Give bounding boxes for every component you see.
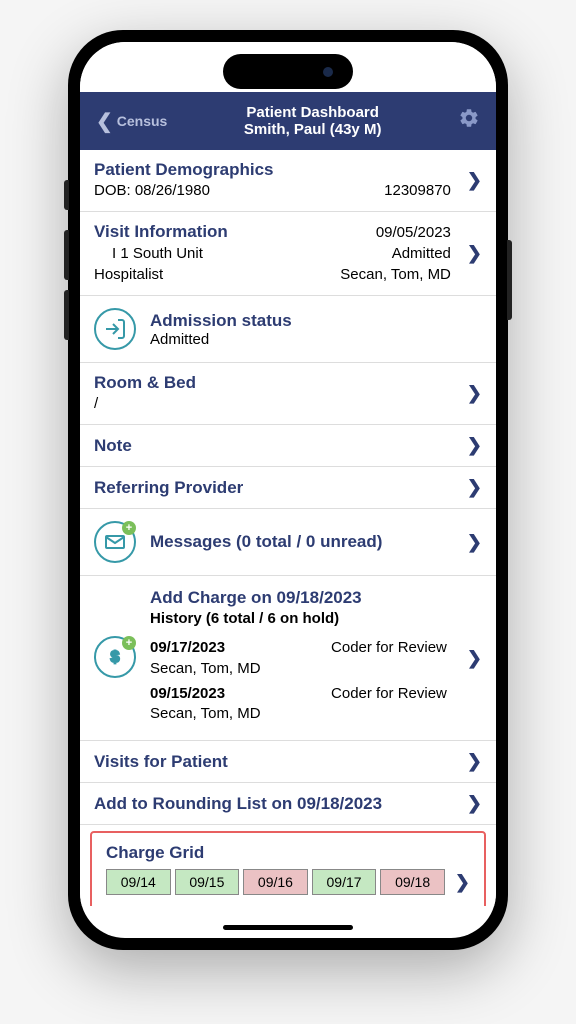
back-button[interactable]: ❮ Census [96,109,167,134]
note-title: Note [94,436,451,456]
referring-title: Referring Provider [94,478,451,498]
charge-grid-cell[interactable]: 09/17 [312,869,377,895]
patient-subtitle: Smith, Paul (43y M) [167,121,458,138]
admission-label: Admission status [150,311,292,331]
chevron-right-icon: ❯ [467,793,482,814]
referring-row[interactable]: Referring Provider ❯ [80,467,496,509]
back-label: Census [117,113,168,129]
charge-provider: Secan, Tom, MD [150,705,447,722]
visit-service: Hospitalist [94,264,163,285]
chevron-right-icon: ❯ [449,872,470,893]
chevron-right-icon: ❯ [467,477,482,498]
header-center: Patient Dashboard Smith, Paul (43y M) [167,104,458,138]
charge-grid-cell[interactable]: 09/18 [380,869,445,895]
visit-status: Admitted [392,243,451,264]
chevron-right-icon: ❯ [467,751,482,772]
phone-volume-up [64,230,69,280]
admission-row: Admission status Admitted [80,296,496,363]
messages-title: Messages (0 total / 0 unread) [150,532,447,552]
visits-list-title: Visits for Patient [94,752,451,772]
chevron-right-icon: ❯ [467,383,482,404]
plus-badge-icon: + [122,521,136,535]
chevron-right-icon: ❯ [467,435,482,456]
content-scroll[interactable]: Patient Demographics DOB: 08/26/1980 123… [80,150,496,906]
home-indicator[interactable] [223,925,353,930]
demographics-title: Patient Demographics [94,160,451,180]
charge-status: Coder for Review [331,637,447,660]
phone-power-button [507,240,512,320]
chevron-left-icon: ❮ [96,109,113,134]
phone-silent-switch [64,180,69,210]
room-bed-row[interactable]: Room & Bed / ❯ [80,363,496,425]
messages-row[interactable]: + Messages (0 total / 0 unread) ❯ [80,509,496,576]
demographics-mrn: 12309870 [384,180,451,201]
charge-history-label: History (6 total / 6 on hold) [150,608,447,629]
phone-notch [223,54,353,89]
chevron-right-icon: ❯ [467,648,482,669]
charge-status: Coder for Review [331,683,447,706]
charge-icon: $ + [94,636,136,678]
charge-provider: Secan, Tom, MD [150,660,447,677]
charge-date: 09/15/2023 [150,683,225,706]
visit-date: 09/05/2023 [376,222,451,243]
visit-row[interactable]: Visit Information 09/05/2023 I 1 South U… [80,212,496,296]
note-row[interactable]: Note ❯ [80,425,496,467]
charge-date: 09/17/2023 [150,637,225,660]
admission-value: Admitted [150,331,292,348]
charge-grid-cell[interactable]: 09/16 [243,869,308,895]
svg-text:$: $ [111,649,120,666]
messages-icon: + [94,521,136,563]
rounding-row[interactable]: Add to Rounding List on 09/18/2023 ❯ [80,783,496,825]
settings-button[interactable] [458,107,480,135]
room-title: Room & Bed [94,373,451,393]
demographics-row[interactable]: Patient Demographics DOB: 08/26/1980 123… [80,150,496,212]
demographics-dob: DOB: 08/26/1980 [94,180,210,201]
rounding-title: Add to Rounding List on 09/18/2023 [94,794,451,814]
add-charge-title: Add Charge on 09/18/2023 [150,588,447,608]
charge-grid-cell[interactable]: 09/14 [106,869,171,895]
phone-frame: ❮ Census Patient Dashboard Smith, Paul (… [68,30,508,950]
charge-grid-section[interactable]: Charge Grid 09/14 09/15 09/16 09/17 09/1… [90,831,486,906]
plus-badge-icon: + [122,636,136,650]
charge-grid-title: Charge Grid [106,843,470,863]
visits-list-row[interactable]: Visits for Patient ❯ [80,741,496,783]
phone-volume-down [64,290,69,340]
chevron-right-icon: ❯ [467,170,482,191]
charge-grid-row: 09/14 09/15 09/16 09/17 09/18 ❯ [106,869,470,895]
page-title: Patient Dashboard [167,104,458,121]
visit-provider: Secan, Tom, MD [340,264,451,285]
visit-unit: I 1 South Unit [94,243,203,264]
phone-screen: ❮ Census Patient Dashboard Smith, Paul (… [80,42,496,938]
admission-icon [94,308,136,350]
visit-title: Visit Information [94,222,228,243]
charges-row[interactable]: $ + Add Charge on 09/18/2023 History (6 … [80,576,496,741]
gear-icon [458,107,480,129]
charge-entries: 09/17/2023 Coder for Review Secan, Tom, … [150,637,447,722]
chevron-right-icon: ❯ [467,243,482,264]
room-value: / [94,393,451,414]
charge-grid-cell[interactable]: 09/15 [175,869,240,895]
chevron-right-icon: ❯ [467,532,482,553]
app-header: ❮ Census Patient Dashboard Smith, Paul (… [80,92,496,150]
